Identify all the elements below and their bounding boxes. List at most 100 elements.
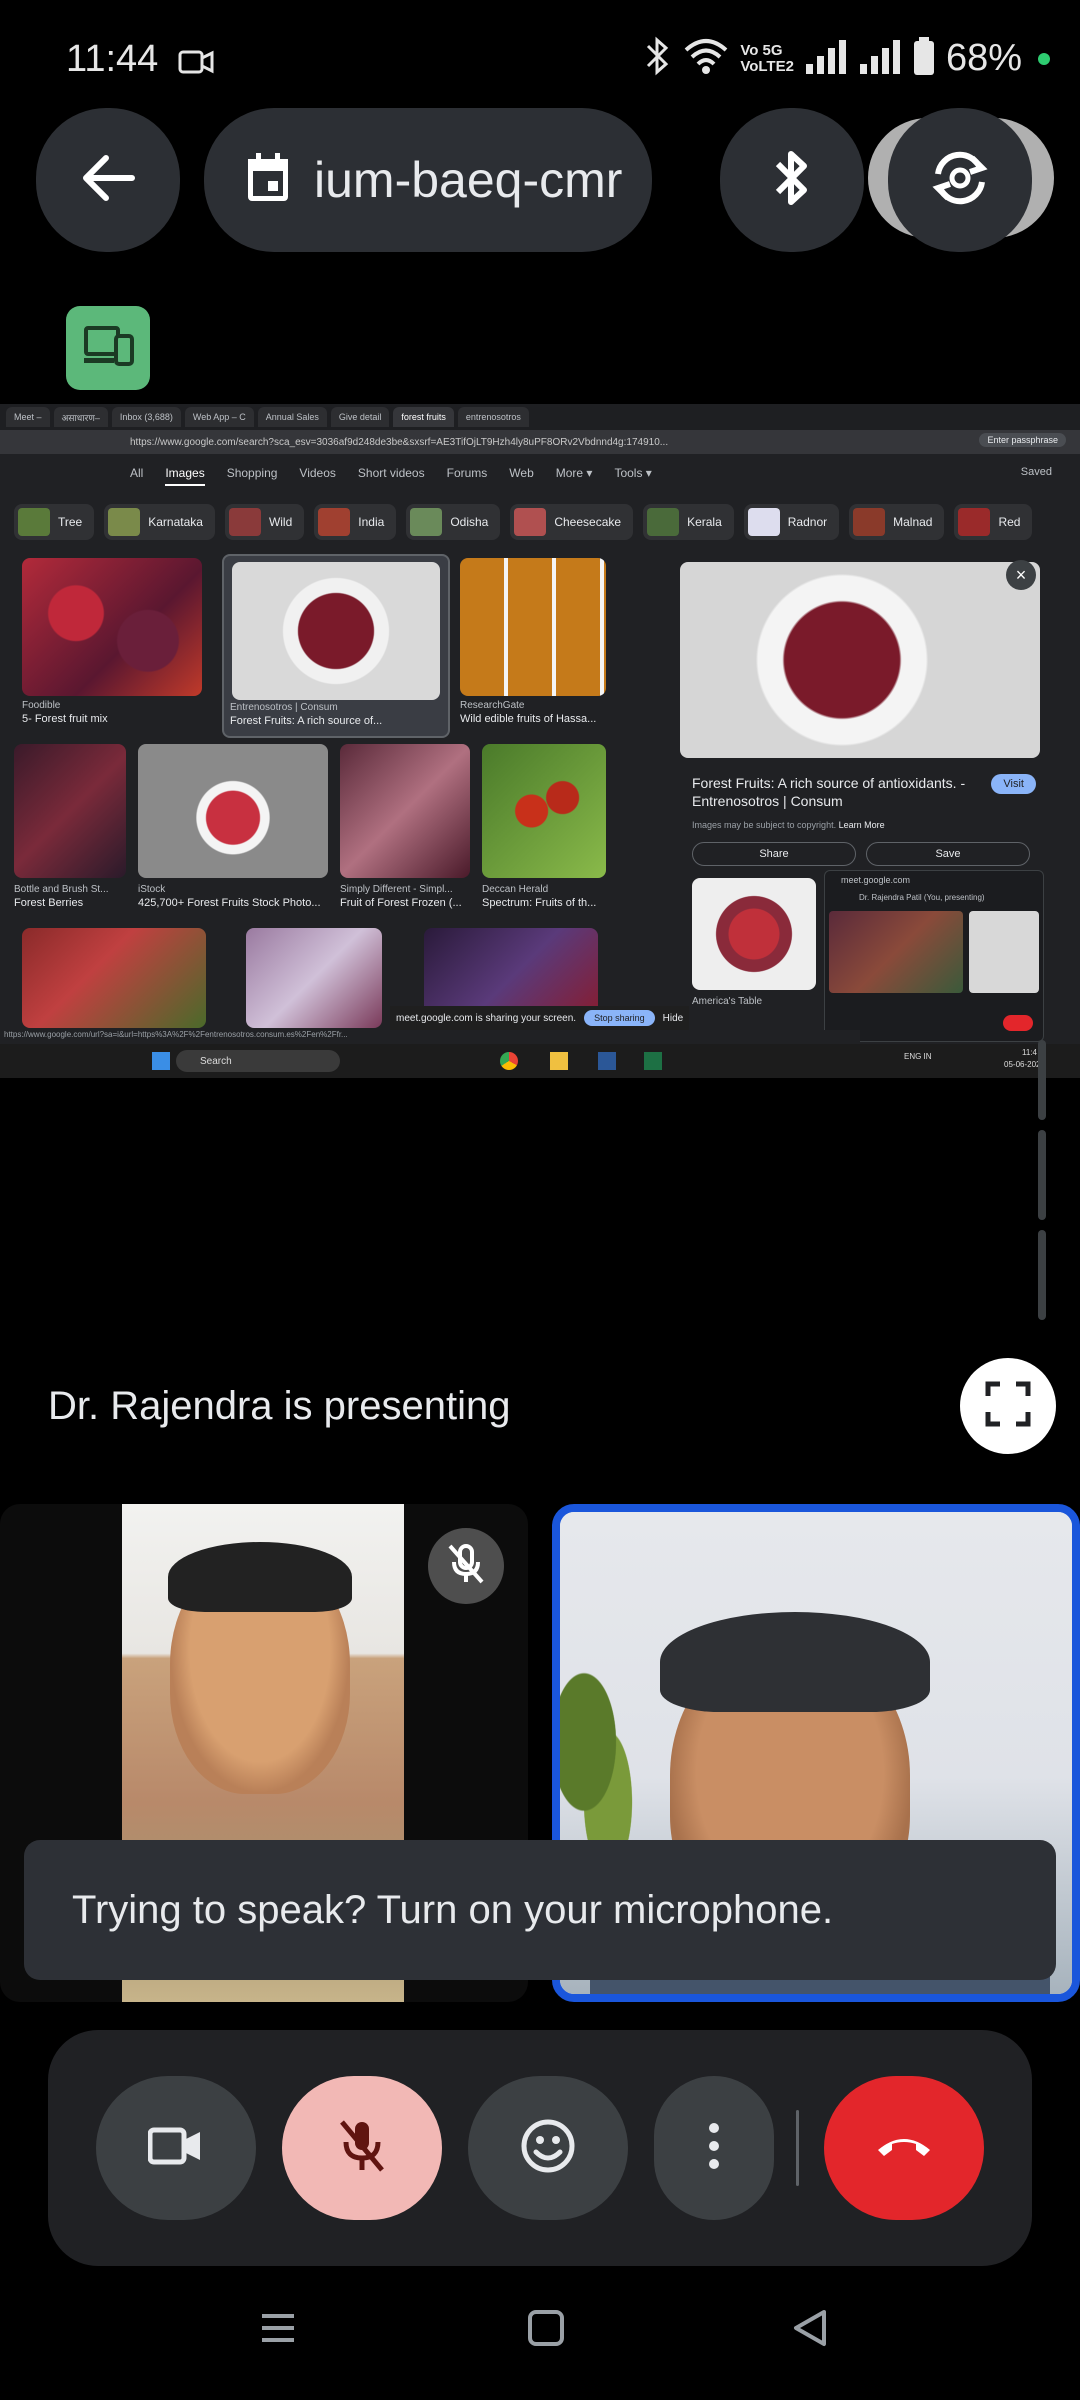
scrollbar[interactable]: [1038, 1040, 1050, 1360]
related-image: [692, 878, 816, 990]
emoji-icon: [520, 2118, 576, 2179]
chrome-icon: [500, 1052, 518, 1070]
result-image: [22, 558, 202, 696]
result-caption: Deccan Herald Spectrum: Fruits of th...: [482, 884, 597, 909]
devices-icon: [82, 324, 134, 373]
filter-chip: Radnor: [743, 504, 840, 540]
filter-chip: Red: [954, 504, 1033, 540]
word-icon: [598, 1052, 616, 1070]
status-url: https://www.google.com/url?sa=i&url=http…: [0, 1030, 860, 1044]
participant-muted-badge: [428, 1528, 504, 1604]
passphrase-button: Enter passphrase: [979, 433, 1066, 447]
camera-in-use-icon: [178, 48, 214, 81]
end-call-button[interactable]: [824, 2076, 984, 2220]
browser-tab: Inbox (3,688): [111, 407, 181, 427]
browser-tab: Give detail: [330, 407, 390, 427]
visit-button: Visit: [991, 774, 1036, 794]
excel-icon: [644, 1052, 662, 1070]
save-button: Save: [866, 842, 1030, 866]
audio-output-button[interactable]: [720, 108, 864, 252]
controls-divider: [796, 2110, 799, 2186]
filter-chip: Karnataka: [104, 504, 215, 540]
copyright-note: Images may be subject to copyright. Lear…: [692, 820, 885, 830]
result-caption: Foodible 5- Forest fruit mix: [22, 700, 108, 725]
filter-chip: Odisha: [406, 504, 501, 540]
shared-screen: Meet – असाधारण– Inbox (3,688) Web App – …: [0, 404, 1080, 1078]
calendar-icon: [244, 151, 292, 210]
recents-icon[interactable]: [258, 2308, 298, 2353]
result-caption: Entrenosotros | Consum Forest Fruits: A r…: [230, 702, 383, 727]
result-image: [340, 744, 470, 878]
fullscreen-button[interactable]: [960, 1358, 1056, 1454]
search-tab-active: Images: [165, 466, 205, 486]
browser-url-bar: https://www.google.com/search?sca_esv=30…: [0, 430, 1080, 454]
taskbar-search: Search: [176, 1050, 340, 1072]
plant-leaves: [560, 1662, 640, 1862]
result-image: [246, 928, 382, 1028]
related-source: America's Table: [692, 996, 763, 1007]
more-options-button[interactable]: [654, 2076, 774, 2220]
browser-tab: Web App – C: [184, 407, 254, 427]
search-tab: All: [130, 466, 144, 480]
url-text: https://www.google.com/search?sca_esv=30…: [130, 436, 669, 448]
presenting-label: Dr. Rajendra is presenting: [48, 1384, 511, 1428]
companion-devices-button[interactable]: [66, 306, 150, 390]
filter-chips: Tree Karnataka Wild India Odisha Cheesec…: [14, 504, 1033, 540]
search-tab: Shopping: [226, 466, 278, 480]
preview-title: Forest Fruits: A rich source of antioxid…: [692, 775, 966, 809]
taskbar-lang: ENG IN: [904, 1052, 932, 1061]
bluetooth-audio-icon: [772, 146, 812, 215]
search-tab: More ▾: [555, 466, 593, 480]
screen-share-notice: meet.google.com is sharing your screen. …: [390, 1006, 690, 1030]
result-caption: Simply Different - Simpl... Fruit of Fore…: [340, 884, 462, 909]
call-end-icon: [874, 2132, 934, 2165]
windows-taskbar: Search ENG IN 11:4 05-06-202: [0, 1044, 1080, 1078]
microphone-toggle-button[interactable]: [282, 2076, 442, 2220]
search-tab: Tools ▾: [614, 466, 652, 480]
preview-image: [680, 562, 1040, 758]
folder-icon: [550, 1052, 568, 1070]
search-tab: Videos: [299, 466, 336, 480]
camera-toggle-button[interactable]: [96, 2076, 256, 2220]
taskbar-date: 05-06-202: [1004, 1060, 1041, 1069]
browser-tabstrip: Meet – असाधारण– Inbox (3,688) Web App – …: [0, 404, 1080, 430]
back-button[interactable]: [36, 108, 180, 252]
filter-chip: Tree: [14, 504, 95, 540]
meeting-code: ium-baeq-cmr: [314, 152, 623, 208]
result-caption: ResearchGate Wild edible fruits of Hassa.…: [460, 700, 597, 725]
close-preview-icon: ×: [1006, 560, 1036, 590]
share-button: Share: [692, 842, 856, 866]
back-nav-icon[interactable]: [790, 2308, 830, 2353]
participant-hair: [168, 1542, 352, 1612]
reactions-button[interactable]: [468, 2076, 628, 2220]
battery-percent: 68%: [945, 37, 1022, 79]
result-image: [138, 744, 328, 878]
signal-sim1-icon: [804, 36, 848, 81]
status-bar: 11:44 Vo 5G VoLTE2 68%: [0, 0, 1080, 120]
system-navigation-bar: [0, 2268, 1080, 2400]
home-icon[interactable]: [526, 2308, 566, 2353]
browser-tab: असाधारण–: [53, 407, 108, 427]
switch-camera-button[interactable]: [888, 108, 1032, 252]
saved-link: Saved: [1020, 466, 1052, 478]
result-caption: Bottle and Brush St... Forest Berries: [14, 884, 109, 909]
browser-tab: Meet –: [6, 407, 50, 427]
videocam-icon: [147, 2126, 204, 2171]
meeting-info-button[interactable]: ium-baeq-cmr: [204, 108, 652, 252]
result-image: [14, 744, 126, 878]
switch-camera-icon: [926, 144, 994, 217]
result-caption: iStock 425,700+ Forest Fruits Stock Photo…: [138, 884, 321, 909]
filter-chip: Cheesecake: [510, 504, 634, 540]
bluetooth-icon: [644, 36, 672, 81]
filter-chip: India: [314, 504, 397, 540]
call-controls: [48, 2030, 1032, 2266]
filter-chip: Wild: [224, 504, 305, 540]
signal-sim2-icon: [858, 36, 902, 81]
search-tabs: All Images Shopping Videos Short videos …: [130, 466, 652, 486]
status-time: 11:44: [66, 38, 159, 80]
privacy-indicator-dot: [1038, 52, 1050, 65]
network-label-bottom: VoLTE2: [740, 57, 794, 75]
mic-off-icon: [446, 1542, 486, 1591]
network-label-top: Vo 5G: [740, 41, 783, 59]
browser-tab: Annual Sales: [257, 407, 327, 427]
